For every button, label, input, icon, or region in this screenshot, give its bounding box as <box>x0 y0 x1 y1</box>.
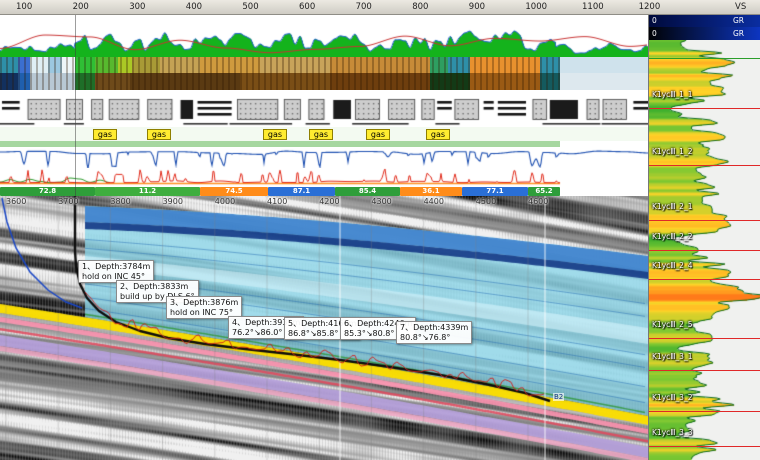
formation-top-label: K1ycⅢ_2_1 <box>652 202 692 211</box>
ruler-tick-label: 100 <box>16 2 32 12</box>
gas-show-label: gas <box>426 129 450 140</box>
depth-tick-label: 4300 <box>371 197 391 206</box>
gamma-curve-track <box>0 168 648 188</box>
depth-tick-label: 4400 <box>424 197 444 206</box>
depth-tick-label: 3600 <box>6 197 26 206</box>
formation-top-label: K1ycⅢ_1_2 <box>652 147 692 156</box>
horizontal-ruler: VS 100 200 300 400 500 600 700 800 900 1000 1100 12… <box>0 0 760 15</box>
gr-log-header-row-1: 0 GR <box>649 15 760 27</box>
gr-curve-name-label: GR <box>733 15 744 27</box>
gr-scale-min-label: 0 <box>652 15 657 27</box>
horizon-line-green <box>649 58 760 59</box>
survey-value-segment: 85.4 <box>335 187 400 196</box>
formation-top-line <box>649 220 760 221</box>
depth-tick-label: 4100 <box>267 197 287 206</box>
ruler-tick-label: 600 <box>299 2 315 12</box>
strip-texture-overlay <box>0 57 560 90</box>
gas-show-label: gas <box>93 129 117 140</box>
ruler-tick-label: 400 <box>186 2 202 12</box>
gr-scale-min-label: 0 <box>652 27 657 40</box>
ruler-tick-label: 700 <box>356 2 372 12</box>
formation-top-label: K1ycⅢ_3_1 <box>652 352 692 361</box>
well-geosteering-app: VS 100 200 300 400 500 600 700 800 900 1000 1100 12… <box>0 0 760 460</box>
depth-tick-label: 4000 <box>215 197 235 206</box>
survey-value-segment: 87.1 <box>268 187 335 196</box>
gr-curve-track <box>0 27 648 57</box>
inclination-survey-bar: 72.811.274.587.185.436.177.165.2 <box>0 187 648 196</box>
depth-tick-label: 4600 <box>528 197 548 206</box>
ruler-tick-label: 500 <box>242 2 258 12</box>
formation-top-line <box>649 338 760 339</box>
survey-value-segment: 77.1 <box>462 187 528 196</box>
ruler-tick-label: 900 <box>469 2 485 12</box>
depth-tick-label: 4500 <box>476 197 496 206</box>
formation-top-line <box>649 279 760 280</box>
formation-top-line <box>649 446 760 447</box>
ruler-tick-label: 1000 <box>525 2 547 12</box>
ruler-tick-label: 300 <box>129 2 145 12</box>
formation-top-line <box>649 250 760 251</box>
formation-top-line <box>649 370 760 371</box>
gas-show-label: gas <box>263 129 287 140</box>
callout-depth-text: 1、Depth:3784m <box>82 262 150 272</box>
formation-top-label: K1ycⅢ_3_3 <box>652 428 692 437</box>
ruler-tick-label: 200 <box>73 2 89 12</box>
formation-top-label: K1ycⅢ_2_5 <box>652 320 692 329</box>
survey-value-segment: 36.1 <box>400 187 462 196</box>
depth-tick-label: 3800 <box>110 197 130 206</box>
depth-tick-label: 3700 <box>58 197 78 206</box>
gr-log-header-row-2: 0 GR <box>649 27 760 40</box>
survey-value-segment: 11.2 <box>95 187 200 196</box>
formation-top-label: K1ycⅢ_2_4 <box>652 261 692 270</box>
callout-depth-text: 7、Depth:4339m <box>400 323 468 333</box>
depth-tick-label: 4200 <box>319 197 339 206</box>
ruler-tick-label: 800 <box>412 2 428 12</box>
formation-top-line <box>649 165 760 166</box>
formation-top-line <box>649 411 760 412</box>
survey-value-segment: 72.8 <box>0 187 95 196</box>
survey-value-segment: 74.5 <box>200 187 268 196</box>
resistivity-curve-track <box>0 147 648 168</box>
depth-tick-label: 3900 <box>163 197 183 206</box>
ruler-tick-label: 1100 <box>582 2 604 12</box>
well-target-label: B2 <box>553 393 564 401</box>
formation-top-line <box>649 108 760 109</box>
lithology-column-track <box>0 95 648 127</box>
well-position-marker-line <box>75 15 76 196</box>
callout-depth-text: 2、Depth:3833m <box>120 282 195 292</box>
survey-value-segment: 65.2 <box>528 187 560 196</box>
right-gr-log-panel: 0 GR 0 GR K1ycⅢ_1_1 K1ycⅢ_1_2 K1ycⅢ_2_1 K1y… <box>648 0 760 460</box>
vs-axis-label: VS <box>735 2 746 12</box>
callout-detail-text: 80.8°↘76.8° <box>400 333 468 343</box>
formation-top-label: K1ycⅢ_1_1 <box>652 90 692 99</box>
gr-curve-name-label: GR <box>733 27 744 40</box>
ruler-tick-label: 1200 <box>639 2 661 12</box>
gas-show-label: gas <box>366 129 390 140</box>
formation-top-label: K1ycⅢ_2_2 <box>652 232 692 241</box>
trajectory-callout: 7、Depth:4339m80.8°↘76.8° <box>396 321 472 344</box>
callout-depth-text: 3、Depth:3876m <box>170 298 238 308</box>
gas-show-label: gas <box>309 129 333 140</box>
formation-top-label: K1ycⅢ_3_2 <box>652 393 692 402</box>
gas-show-label: gas <box>147 129 171 140</box>
